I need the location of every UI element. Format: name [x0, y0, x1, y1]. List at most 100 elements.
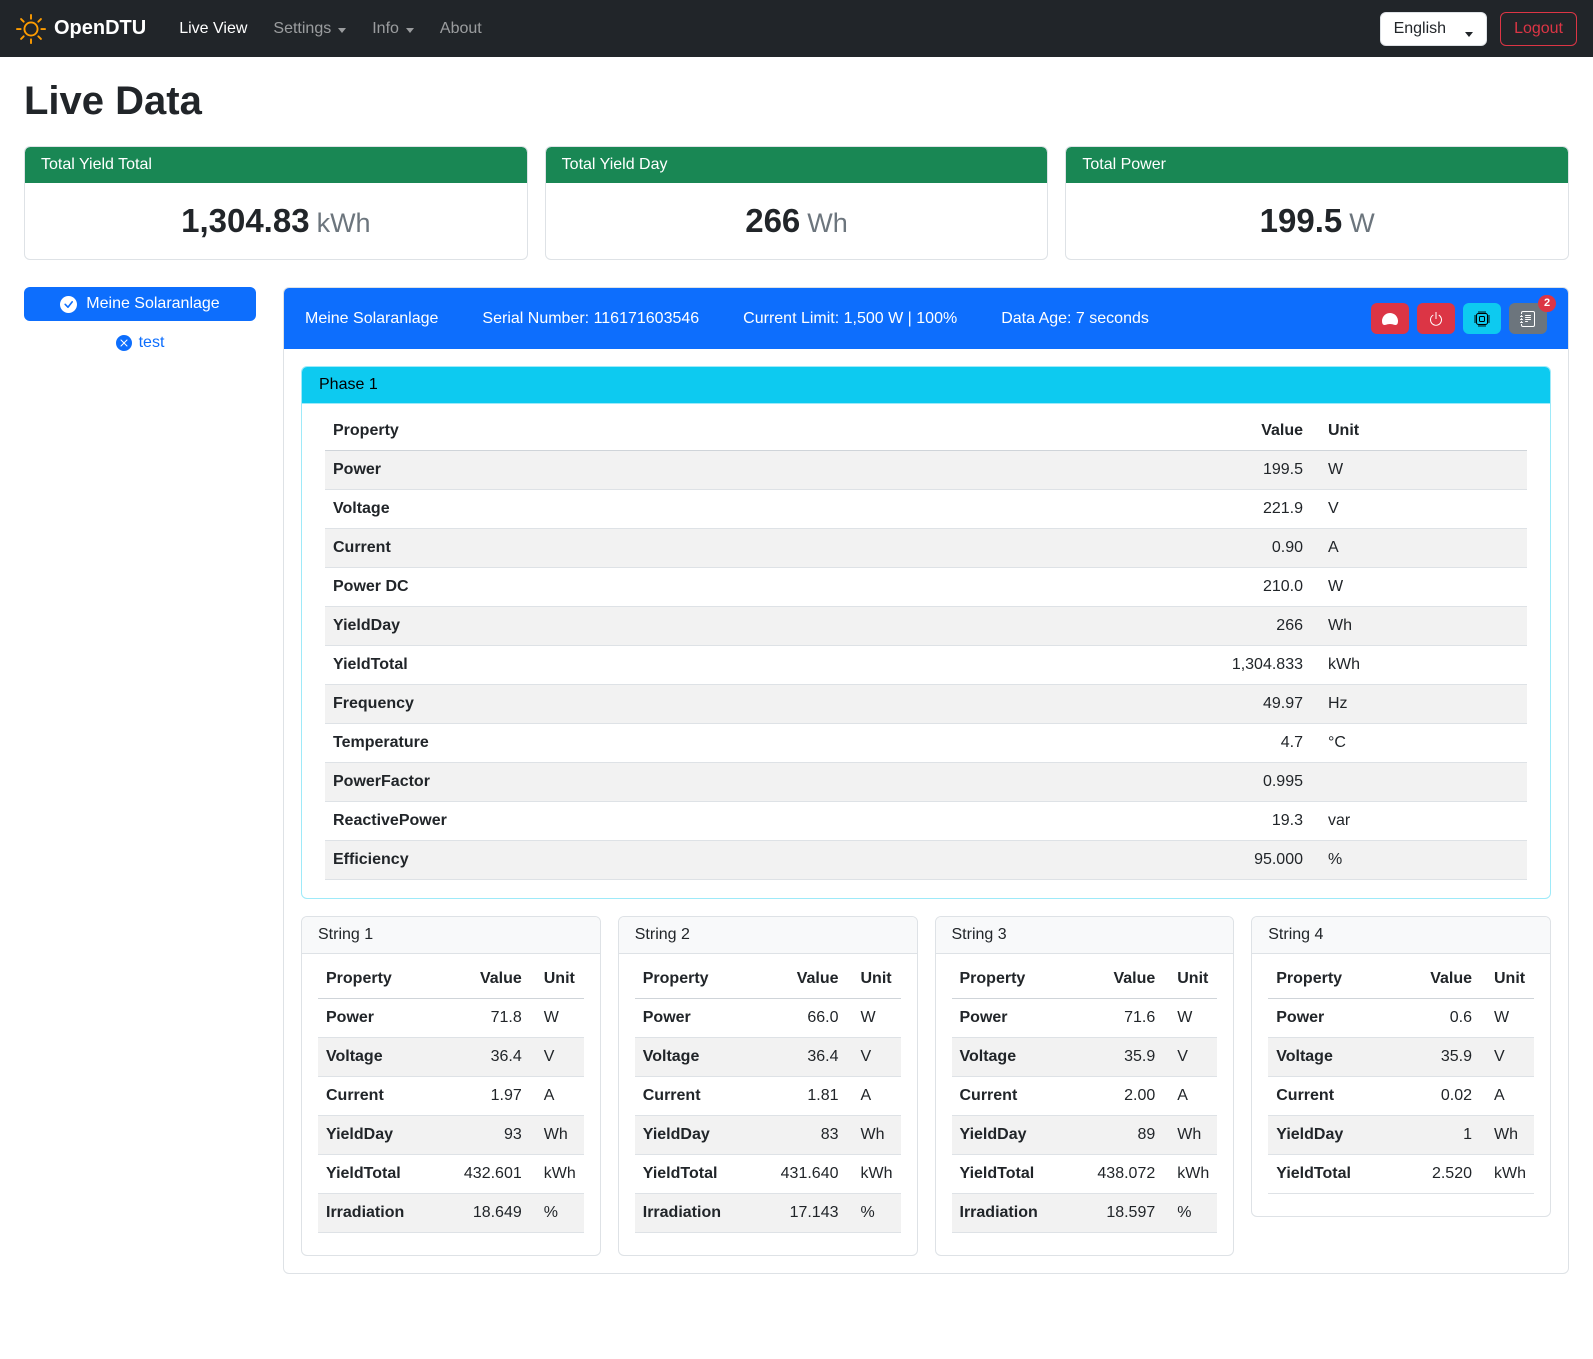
inverter-select-label: Meine Solaranlage — [86, 295, 219, 313]
table-row: Efficiency95.000% — [325, 841, 1527, 880]
unit-cell: V — [530, 1038, 584, 1077]
table-row: YieldDay93Wh — [318, 1116, 584, 1155]
table-row: Current1.97A — [318, 1077, 584, 1116]
summary-unit: kWh — [317, 208, 371, 238]
string-table: PropertyValueUnitPower66.0WVoltage36.4VC… — [635, 960, 901, 1233]
value-cell: 0.995 — [1181, 763, 1311, 802]
property-cell: Current — [318, 1077, 456, 1116]
unit-cell: kWh — [530, 1155, 584, 1194]
value-column-header: Value — [1408, 960, 1480, 999]
unit-cell: Wh — [847, 1116, 901, 1155]
property-cell: Temperature — [325, 724, 1181, 763]
table-row: Frequency49.97Hz — [325, 685, 1527, 724]
string-table: PropertyValueUnitPower71.6WVoltage35.9VC… — [952, 960, 1218, 1233]
property-column-header: Property — [635, 960, 773, 999]
caret-down-icon — [406, 28, 414, 33]
page-title: Live Data — [24, 79, 1569, 124]
value-cell: 438.072 — [1089, 1155, 1163, 1194]
unit-cell: V — [847, 1038, 901, 1077]
value-column-header: Value — [773, 960, 847, 999]
sidebar-item-test[interactable]: test — [24, 334, 256, 352]
property-cell: Voltage — [318, 1038, 456, 1077]
inverter-select-button[interactable]: Meine Solaranlage — [24, 287, 256, 321]
inverter-panel: Meine Solaranlage Serial Number: 1161716… — [283, 287, 1569, 1274]
value-cell: 431.640 — [773, 1155, 847, 1194]
table-row: Voltage35.9V — [952, 1038, 1218, 1077]
event-count-badge: 2 — [1538, 295, 1556, 312]
nav-item-settings[interactable]: Settings — [260, 12, 359, 46]
property-cell: YieldTotal — [318, 1155, 456, 1194]
event-log-button[interactable]: 2 — [1509, 303, 1547, 334]
value-cell: 1 — [1408, 1116, 1480, 1155]
phase-card: Phase 1 Property Value Unit Power199.5WV… — [301, 366, 1551, 899]
unit-cell: W — [530, 999, 584, 1038]
nav-item-about[interactable]: About — [427, 12, 495, 46]
language-select[interactable]: English — [1380, 12, 1487, 46]
summary-card-title: Total Power — [1066, 147, 1568, 183]
power-button[interactable] — [1417, 303, 1455, 334]
inverter-data-age: Data Age: 7 seconds — [1001, 310, 1149, 328]
property-cell: YieldDay — [325, 607, 1181, 646]
nav-item-live-view[interactable]: Live View — [166, 12, 260, 46]
table-header-row: PropertyValueUnit — [635, 960, 901, 999]
table-row: YieldTotal2.520kWh — [1268, 1155, 1534, 1194]
nav-item-label: Info — [372, 20, 399, 38]
unit-cell: kWh — [1163, 1155, 1217, 1194]
summary-card: Total Power199.5W — [1065, 146, 1569, 260]
string-table: PropertyValueUnitPower0.6WVoltage35.9VCu… — [1268, 960, 1534, 1194]
value-cell: 210.0 — [1181, 568, 1311, 607]
page-container: Live Data Total Yield Total1,304.83kWhTo… — [0, 57, 1593, 1298]
string-card: String 2PropertyValueUnitPower66.0WVolta… — [618, 916, 918, 1256]
unit-cell: % — [530, 1194, 584, 1233]
value-cell: 71.6 — [1089, 999, 1163, 1038]
value-cell: 0.6 — [1408, 999, 1480, 1038]
value-cell: 35.9 — [1408, 1038, 1480, 1077]
app-brand[interactable]: OpenDTU — [16, 14, 146, 44]
inverter-serial: Serial Number: 116171603546 — [482, 310, 699, 328]
nav-item-label: About — [440, 20, 482, 38]
unit-column-header: Unit — [1163, 960, 1217, 999]
value-cell: 83 — [773, 1116, 847, 1155]
nav-item-info[interactable]: Info — [359, 12, 427, 46]
device-info-button[interactable] — [1463, 303, 1501, 334]
phase-card-body: Property Value Unit Power199.5WVoltage22… — [302, 404, 1550, 898]
unit-cell: °C — [1311, 724, 1527, 763]
unit-cell: A — [1311, 529, 1527, 568]
value-cell: 18.597 — [1089, 1194, 1163, 1233]
top-navbar: OpenDTU Live ViewSettings Info About Engli… — [0, 0, 1593, 57]
check-circle-icon — [60, 296, 77, 313]
property-cell: Current — [1268, 1077, 1408, 1116]
unit-cell: A — [847, 1077, 901, 1116]
property-cell: Voltage — [635, 1038, 773, 1077]
unit-cell: A — [1163, 1077, 1217, 1116]
unit-cell: Hz — [1311, 685, 1527, 724]
value-cell: 19.3 — [1181, 802, 1311, 841]
unit-cell: % — [1163, 1194, 1217, 1233]
summary-card-body: 199.5W — [1066, 183, 1568, 259]
table-row: ReactivePower19.3var — [325, 802, 1527, 841]
value-cell: 95.000 — [1181, 841, 1311, 880]
journal-text-icon — [1520, 311, 1536, 327]
string-card-title: String 2 — [619, 917, 917, 954]
table-header-row: Property Value Unit — [325, 412, 1527, 451]
property-cell: ReactivePower — [325, 802, 1181, 841]
logout-button[interactable]: Logout — [1500, 12, 1577, 46]
unit-cell — [1311, 763, 1527, 802]
value-cell: 71.8 — [456, 999, 530, 1038]
table-row: YieldTotal432.601kWh — [318, 1155, 584, 1194]
summary-card-body: 266Wh — [546, 183, 1048, 259]
string-card: String 3PropertyValueUnitPower71.6WVolta… — [935, 916, 1235, 1256]
property-cell: YieldDay — [635, 1116, 773, 1155]
summary-value: 266 — [745, 202, 800, 239]
string-card: String 1PropertyValueUnitPower71.8WVolta… — [301, 916, 601, 1256]
property-cell: Voltage — [1268, 1038, 1408, 1077]
string-card: String 4PropertyValueUnitPower0.6WVoltag… — [1251, 916, 1551, 1217]
unit-cell: var — [1311, 802, 1527, 841]
limit-settings-button[interactable] — [1371, 303, 1409, 334]
string-card-body: PropertyValueUnitPower71.8WVoltage36.4VC… — [302, 954, 600, 1255]
property-cell: Efficiency — [325, 841, 1181, 880]
property-cell: Voltage — [325, 490, 1181, 529]
inverter-action-buttons: 2 — [1371, 303, 1547, 334]
table-row: Power71.6W — [952, 999, 1218, 1038]
table-row: YieldTotal1,304.833kWh — [325, 646, 1527, 685]
